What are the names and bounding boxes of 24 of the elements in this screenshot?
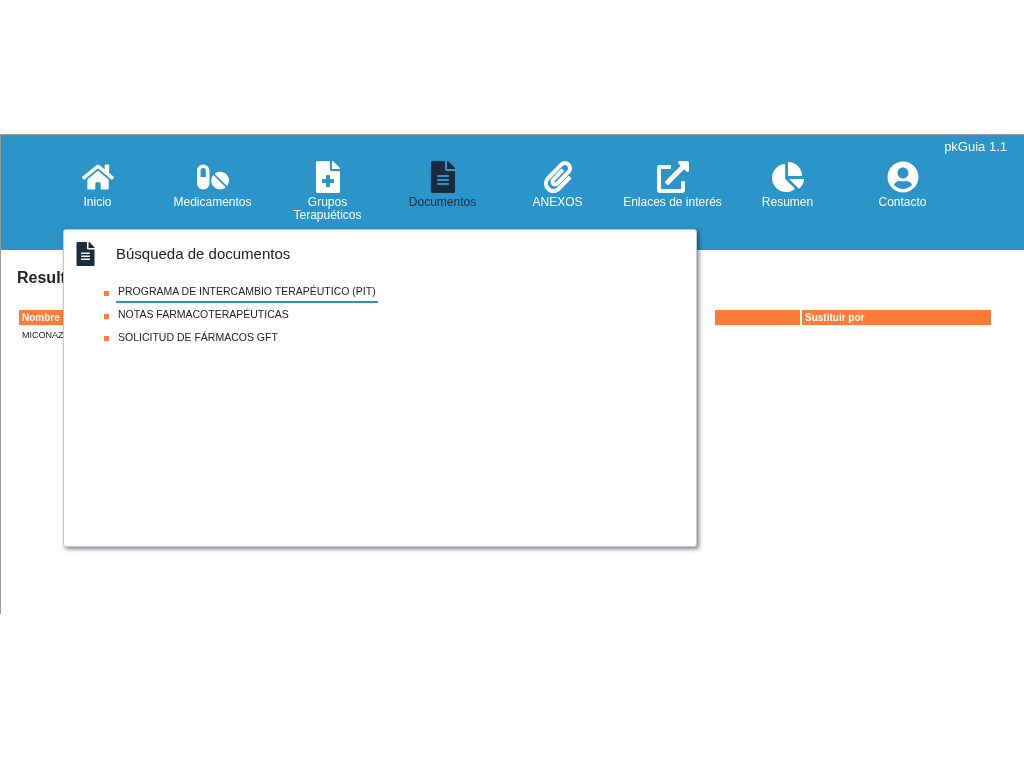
document-link[interactable]: NOTAS FARMACOTERAPÉUTICAS xyxy=(116,306,291,326)
pie-chart-icon xyxy=(771,161,804,193)
nav-item[interactable]: ANEXOS xyxy=(500,161,615,222)
user-icon xyxy=(886,161,919,193)
paperclip-icon xyxy=(541,161,574,193)
bullet-icon xyxy=(104,313,109,319)
nav-item[interactable]: Enlaces de interés xyxy=(615,161,730,222)
nav-item[interactable]: Inicio xyxy=(40,161,155,222)
nav-item[interactable]: Resumen xyxy=(730,161,845,222)
table-header-cell: Nombre xyxy=(19,310,63,325)
nav-item[interactable]: Documentos xyxy=(385,161,500,222)
bullet-icon xyxy=(104,290,109,296)
bullet-icon xyxy=(104,336,109,342)
document-link[interactable]: PROGRAMA DE INTERCAMBIO TERAPÉUTICO (PIT) xyxy=(116,284,378,303)
table-cell-text: MICONAZ xyxy=(22,329,64,342)
document-icon xyxy=(76,242,95,266)
table-header-cell: Sustituir por xyxy=(802,310,991,325)
nav-item[interactable]: Medicamentos xyxy=(155,161,270,222)
nav-item[interactable]: Grupos Terapuéticos xyxy=(270,161,385,222)
document-link[interactable]: SOLICITUD DE FÁRMACOS GFT xyxy=(116,329,280,349)
external-link-icon xyxy=(656,161,689,193)
dropdown-title: Búsqueda de documentos xyxy=(116,243,291,264)
nav-item[interactable]: Contacto xyxy=(845,161,960,222)
app-version: pkGuia 1.1 xyxy=(944,138,1007,156)
